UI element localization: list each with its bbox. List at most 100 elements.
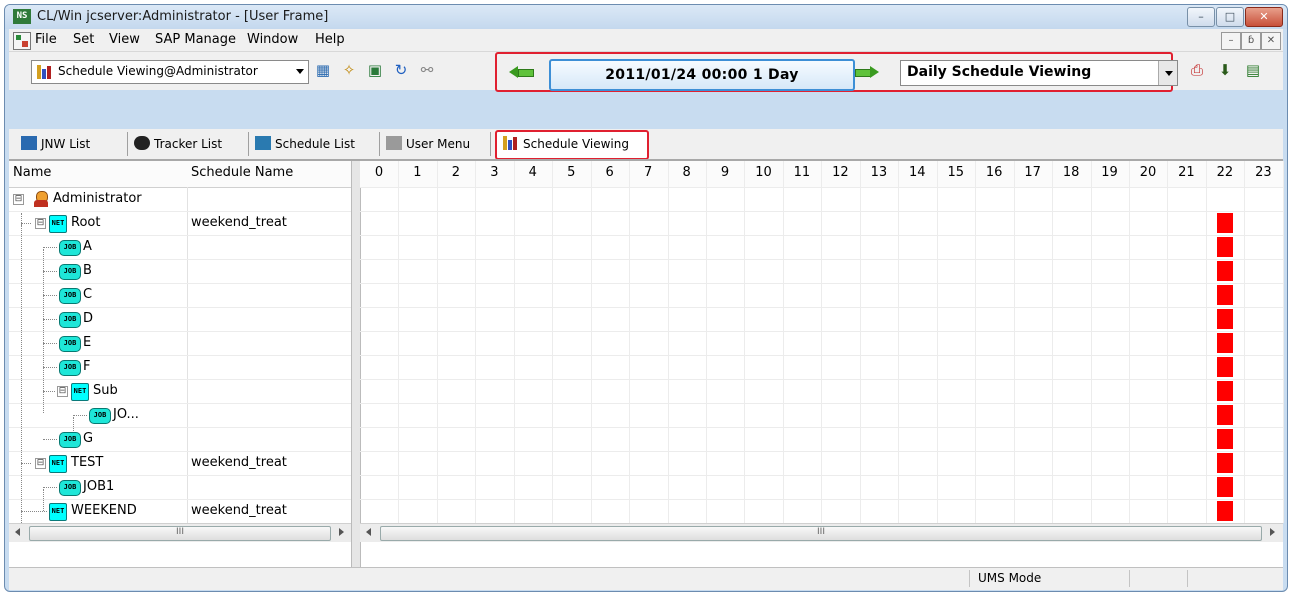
grid-row-line (360, 355, 1283, 356)
hour-label: 5 (567, 165, 576, 180)
tree-label: WEEKEND (71, 503, 137, 518)
job-icon: JOB (59, 288, 81, 304)
scroll-thumb[interactable]: III (380, 526, 1262, 541)
scroll-thumb[interactable]: III (29, 526, 331, 541)
tree-connector (43, 319, 57, 320)
tree-row-job-jo[interactable]: JOB JO... (9, 403, 351, 428)
minimize-window-button[interactable]: – (1187, 7, 1215, 27)
hour-label: 7 (644, 165, 653, 180)
tree-row-job-a[interactable]: JOB A (9, 235, 351, 260)
tree-row-weekend[interactable]: NET WEEKEND weekend_treat (9, 499, 351, 524)
timeline-horizontal-scrollbar[interactable]: III (360, 523, 1283, 542)
schedule-marker[interactable] (1216, 429, 1233, 449)
hour-column (745, 161, 784, 523)
tab-tracker-list[interactable]: Tracker List (128, 132, 249, 156)
schedule-marker[interactable] (1216, 501, 1233, 521)
tree-row-sub[interactable]: ⊟ NET Sub (9, 379, 351, 404)
collapse-icon[interactable]: ⊟ (35, 218, 46, 229)
schedule-marker[interactable] (1216, 333, 1233, 353)
view-mode-combo[interactable]: Daily Schedule Viewing (900, 60, 1178, 86)
maximize-window-button[interactable]: □ (1216, 7, 1244, 27)
scroll-left-icon[interactable] (15, 528, 20, 536)
tab-schedule-list[interactable]: Schedule List (249, 132, 380, 156)
date-range-button[interactable]: 2011/01/24 00:00 1 Day (549, 59, 855, 91)
scroll-right-icon[interactable] (339, 528, 344, 536)
scroll-left-icon[interactable] (366, 528, 371, 536)
tab-schedule-viewing[interactable]: Schedule Viewing (495, 130, 649, 160)
menu-window[interactable]: Window (247, 32, 298, 47)
tree-connector (43, 367, 57, 368)
tree-row-job-e[interactable]: JOB E (9, 331, 351, 356)
schedule-marker[interactable] (1216, 405, 1233, 425)
view-mode-dropdown-button[interactable] (1158, 61, 1177, 85)
tree-row-root[interactable]: ⊟ NET Root weekend_treat (9, 211, 351, 236)
close-window-button[interactable]: ✕ (1245, 7, 1283, 27)
collapse-icon[interactable]: ⊟ (57, 386, 68, 397)
tree-horizontal-scrollbar[interactable]: III (9, 523, 351, 542)
app-logo-icon: NS (13, 9, 31, 24)
previous-period-button[interactable] (509, 66, 534, 78)
schedule-marker[interactable] (1216, 285, 1233, 305)
menu-help[interactable]: Help (315, 32, 345, 47)
hour-label: 20 (1139, 165, 1157, 180)
tree-row-job1[interactable]: JOB JOB1 (9, 475, 351, 500)
hour-column (1244, 161, 1284, 523)
menu-set[interactable]: Set (73, 32, 94, 47)
collapse-icon[interactable]: ⊟ (35, 458, 46, 469)
hour-label: 14 (909, 165, 926, 180)
tree-row-job-c[interactable]: JOB C (9, 283, 351, 308)
calendar-icon[interactable]: ▣ (365, 60, 385, 80)
wizard-icon[interactable]: ✧ (339, 60, 359, 80)
frame-menu-icon[interactable] (13, 32, 31, 50)
collapse-icon[interactable]: ⊟ (13, 194, 24, 205)
find-icon[interactable]: ⚯ (417, 60, 437, 80)
scroll-right-icon[interactable] (1270, 528, 1275, 536)
mdi-restore-button[interactable]: ɓ (1241, 32, 1261, 50)
tree-row-job-f[interactable]: JOB F (9, 355, 351, 380)
hour-label: 16 (985, 165, 1003, 180)
export-icon[interactable]: ⬇ (1215, 60, 1235, 80)
refresh-icon[interactable]: ↻ (391, 60, 411, 80)
net-icon: NET (71, 383, 89, 401)
report-icon[interactable]: ▤ (1243, 60, 1263, 80)
schedule-marker[interactable] (1216, 261, 1233, 281)
tree-row-job-g[interactable]: JOB G (9, 427, 351, 452)
chevron-down-icon[interactable] (296, 69, 304, 74)
tab-jnw-list[interactable]: JNW List (15, 132, 128, 156)
schedule-marker[interactable] (1216, 453, 1233, 473)
schedule-marker[interactable] (1216, 477, 1233, 497)
column-header-name[interactable]: Name (13, 165, 51, 180)
tab-label: User Menu (406, 137, 471, 151)
schedule-marker[interactable] (1216, 237, 1233, 257)
menu-view[interactable]: View (109, 32, 140, 47)
schedule-marker[interactable] (1216, 213, 1233, 233)
tree-row-test[interactable]: ⊟ NET TEST weekend_treat (9, 451, 351, 476)
hour-label: 22 (1216, 165, 1234, 180)
mdi-close-button[interactable]: ✕ (1261, 32, 1281, 50)
frame-selector-combo[interactable]: Schedule Viewing@Administrator (31, 60, 309, 84)
next-period-button[interactable] (855, 66, 879, 78)
hour-column (1129, 161, 1169, 523)
tree-label: D (83, 311, 94, 326)
hour-label: 10 (755, 165, 772, 180)
tab-user-menu[interactable]: User Menu (380, 132, 491, 156)
schedule-viewing-icon (503, 136, 519, 150)
jnw-list-icon (21, 136, 37, 150)
schedule-marker[interactable] (1216, 309, 1233, 329)
schedule-marker[interactable] (1216, 357, 1233, 377)
tree-row-job-d[interactable]: JOB D (9, 307, 351, 332)
schedule-list-icon (255, 136, 271, 150)
mdi-minimize-button[interactable]: – (1221, 32, 1241, 50)
schedule-marker[interactable] (1216, 381, 1233, 401)
schedule-name: weekend_treat (191, 215, 287, 230)
menu-file[interactable]: File (35, 32, 57, 47)
tree-row-administrator[interactable]: ⊟ Administrator (9, 187, 351, 212)
menu-sap-manage[interactable]: SAP Manage (155, 32, 236, 47)
tree-row-job-b[interactable]: JOB B (9, 259, 351, 284)
grid-row-line (360, 283, 1283, 284)
schedule-list-icon[interactable]: ▦ (313, 60, 333, 80)
tree-label: F (83, 359, 91, 374)
hour-label: 4 (528, 165, 537, 180)
column-header-schedule-name[interactable]: Schedule Name (191, 165, 293, 180)
print-icon[interactable]: ⎙ (1187, 60, 1207, 80)
